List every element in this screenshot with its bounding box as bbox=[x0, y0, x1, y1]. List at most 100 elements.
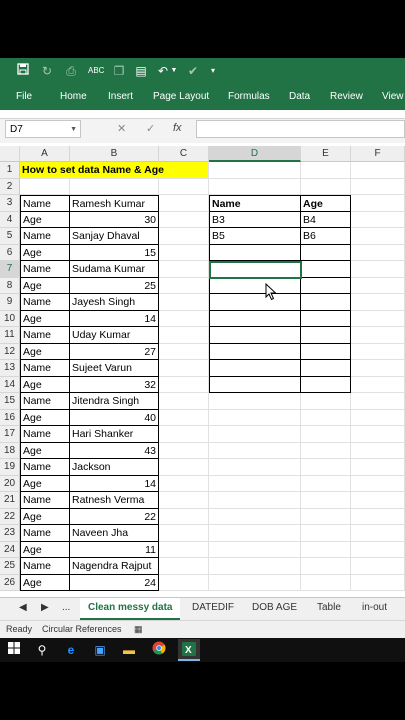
value-cell[interactable]: Sujeet Varun bbox=[70, 360, 159, 377]
store-icon[interactable]: ▣ bbox=[91, 641, 109, 659]
cell[interactable] bbox=[301, 558, 351, 575]
edge-browser-icon[interactable]: e bbox=[62, 641, 80, 659]
cell[interactable] bbox=[351, 492, 405, 509]
cell[interactable] bbox=[351, 393, 405, 410]
output-cell[interactable]: B6 bbox=[301, 228, 351, 245]
value-cell[interactable]: Uday Kumar bbox=[70, 327, 159, 344]
output-cell[interactable]: B5 bbox=[209, 228, 301, 245]
select-all-corner[interactable] bbox=[0, 146, 20, 162]
cell[interactable] bbox=[20, 178, 70, 195]
row-header[interactable]: 10 bbox=[0, 310, 20, 327]
cell[interactable] bbox=[351, 558, 405, 575]
output-cell[interactable] bbox=[209, 294, 301, 311]
cell[interactable] bbox=[351, 327, 405, 344]
cell[interactable] bbox=[159, 426, 209, 443]
cell[interactable] bbox=[159, 393, 209, 410]
insert-function-icon[interactable]: fx bbox=[173, 122, 182, 134]
cell[interactable] bbox=[209, 574, 301, 591]
label-cell[interactable]: Name bbox=[20, 360, 70, 377]
row-header[interactable]: 9 bbox=[0, 294, 20, 311]
value-cell[interactable]: 22 bbox=[70, 508, 159, 525]
row-header[interactable]: 24 bbox=[0, 541, 20, 558]
excel-taskbar-icon[interactable]: X bbox=[178, 639, 200, 661]
row-header[interactable]: 16 bbox=[0, 409, 20, 426]
macro-record-icon[interactable]: ▦ bbox=[134, 624, 143, 635]
row-header[interactable]: 18 bbox=[0, 442, 20, 459]
column-header-e[interactable]: E bbox=[301, 146, 351, 162]
output-cell[interactable] bbox=[301, 310, 351, 327]
enter-icon[interactable]: ✓ bbox=[146, 122, 155, 135]
cell[interactable] bbox=[159, 277, 209, 294]
check-icon[interactable]: ✔ bbox=[186, 63, 200, 79]
label-cell[interactable]: Name bbox=[20, 261, 70, 278]
value-cell[interactable]: 43 bbox=[70, 442, 159, 459]
value-cell[interactable]: Ramesh Kumar bbox=[70, 195, 159, 212]
column-header-c[interactable]: C bbox=[159, 146, 209, 162]
status-circular-references[interactable]: Circular References bbox=[42, 624, 122, 634]
row-header[interactable]: 2 bbox=[0, 178, 20, 195]
worksheet-grid[interactable]: A B C D E F 1 How to set data Name & Age 2… bbox=[0, 146, 405, 604]
cell[interactable] bbox=[209, 475, 301, 492]
output-header-cell[interactable]: Name bbox=[209, 195, 301, 212]
label-cell[interactable]: Name bbox=[20, 393, 70, 410]
cell[interactable] bbox=[159, 376, 209, 393]
cell[interactable] bbox=[301, 162, 351, 179]
cell[interactable] bbox=[351, 261, 405, 278]
value-cell[interactable]: 30 bbox=[70, 211, 159, 228]
cell[interactable] bbox=[301, 442, 351, 459]
cell[interactable] bbox=[351, 442, 405, 459]
label-cell[interactable]: Name bbox=[20, 459, 70, 476]
output-cell[interactable] bbox=[209, 327, 301, 344]
cell[interactable] bbox=[209, 442, 301, 459]
cell[interactable] bbox=[159, 244, 209, 261]
cell[interactable] bbox=[301, 541, 351, 558]
print-icon[interactable]: ⎙ bbox=[64, 63, 78, 79]
label-cell[interactable]: Age bbox=[20, 508, 70, 525]
cell[interactable] bbox=[159, 492, 209, 509]
row-header[interactable]: 5 bbox=[0, 228, 20, 245]
label-cell[interactable]: Age bbox=[20, 475, 70, 492]
label-cell[interactable]: Age bbox=[20, 343, 70, 360]
label-cell[interactable]: Age bbox=[20, 376, 70, 393]
sheet-tab-datedif[interactable]: DATEDIF bbox=[192, 602, 234, 613]
sheet-tab-table[interactable]: Table bbox=[317, 602, 341, 613]
cancel-icon[interactable]: ✕ bbox=[117, 122, 126, 135]
cell[interactable] bbox=[351, 310, 405, 327]
output-cell[interactable] bbox=[301, 343, 351, 360]
value-cell[interactable]: Sanjay Dhaval bbox=[70, 228, 159, 245]
spelling-icon[interactable]: ABC bbox=[88, 63, 104, 79]
value-cell[interactable]: Hari Shanker bbox=[70, 426, 159, 443]
output-cell[interactable] bbox=[301, 294, 351, 311]
cell[interactable] bbox=[209, 409, 301, 426]
tab-review[interactable]: Review bbox=[330, 91, 363, 102]
value-cell[interactable]: Jayesh Singh bbox=[70, 294, 159, 311]
row-header[interactable]: 15 bbox=[0, 393, 20, 410]
cell[interactable] bbox=[159, 574, 209, 591]
row-header[interactable]: 23 bbox=[0, 525, 20, 542]
value-cell[interactable]: 11 bbox=[70, 541, 159, 558]
value-cell[interactable]: 14 bbox=[70, 310, 159, 327]
output-cell[interactable] bbox=[209, 277, 301, 294]
cell[interactable] bbox=[301, 508, 351, 525]
value-cell[interactable]: 24 bbox=[70, 574, 159, 591]
cell[interactable] bbox=[351, 541, 405, 558]
search-icon[interactable]: ⚲ bbox=[33, 641, 51, 659]
output-cell[interactable] bbox=[301, 261, 351, 278]
sheet-tab-clean-messy-data[interactable]: Clean messy data bbox=[80, 598, 180, 620]
name-box[interactable]: D7 ▼ bbox=[5, 120, 81, 138]
cell[interactable] bbox=[351, 277, 405, 294]
cell[interactable] bbox=[159, 475, 209, 492]
cell[interactable] bbox=[351, 343, 405, 360]
chevron-down-icon[interactable]: ▼ bbox=[70, 121, 77, 139]
row-header[interactable]: 17 bbox=[0, 426, 20, 443]
cell[interactable] bbox=[159, 541, 209, 558]
value-cell[interactable]: 32 bbox=[70, 376, 159, 393]
cell[interactable] bbox=[351, 409, 405, 426]
label-cell[interactable]: Name bbox=[20, 492, 70, 509]
label-cell[interactable]: Name bbox=[20, 327, 70, 344]
label-cell[interactable]: Name bbox=[20, 558, 70, 575]
cell[interactable] bbox=[159, 558, 209, 575]
label-cell[interactable]: Age bbox=[20, 277, 70, 294]
output-cell[interactable] bbox=[209, 343, 301, 360]
output-cell[interactable] bbox=[301, 360, 351, 377]
